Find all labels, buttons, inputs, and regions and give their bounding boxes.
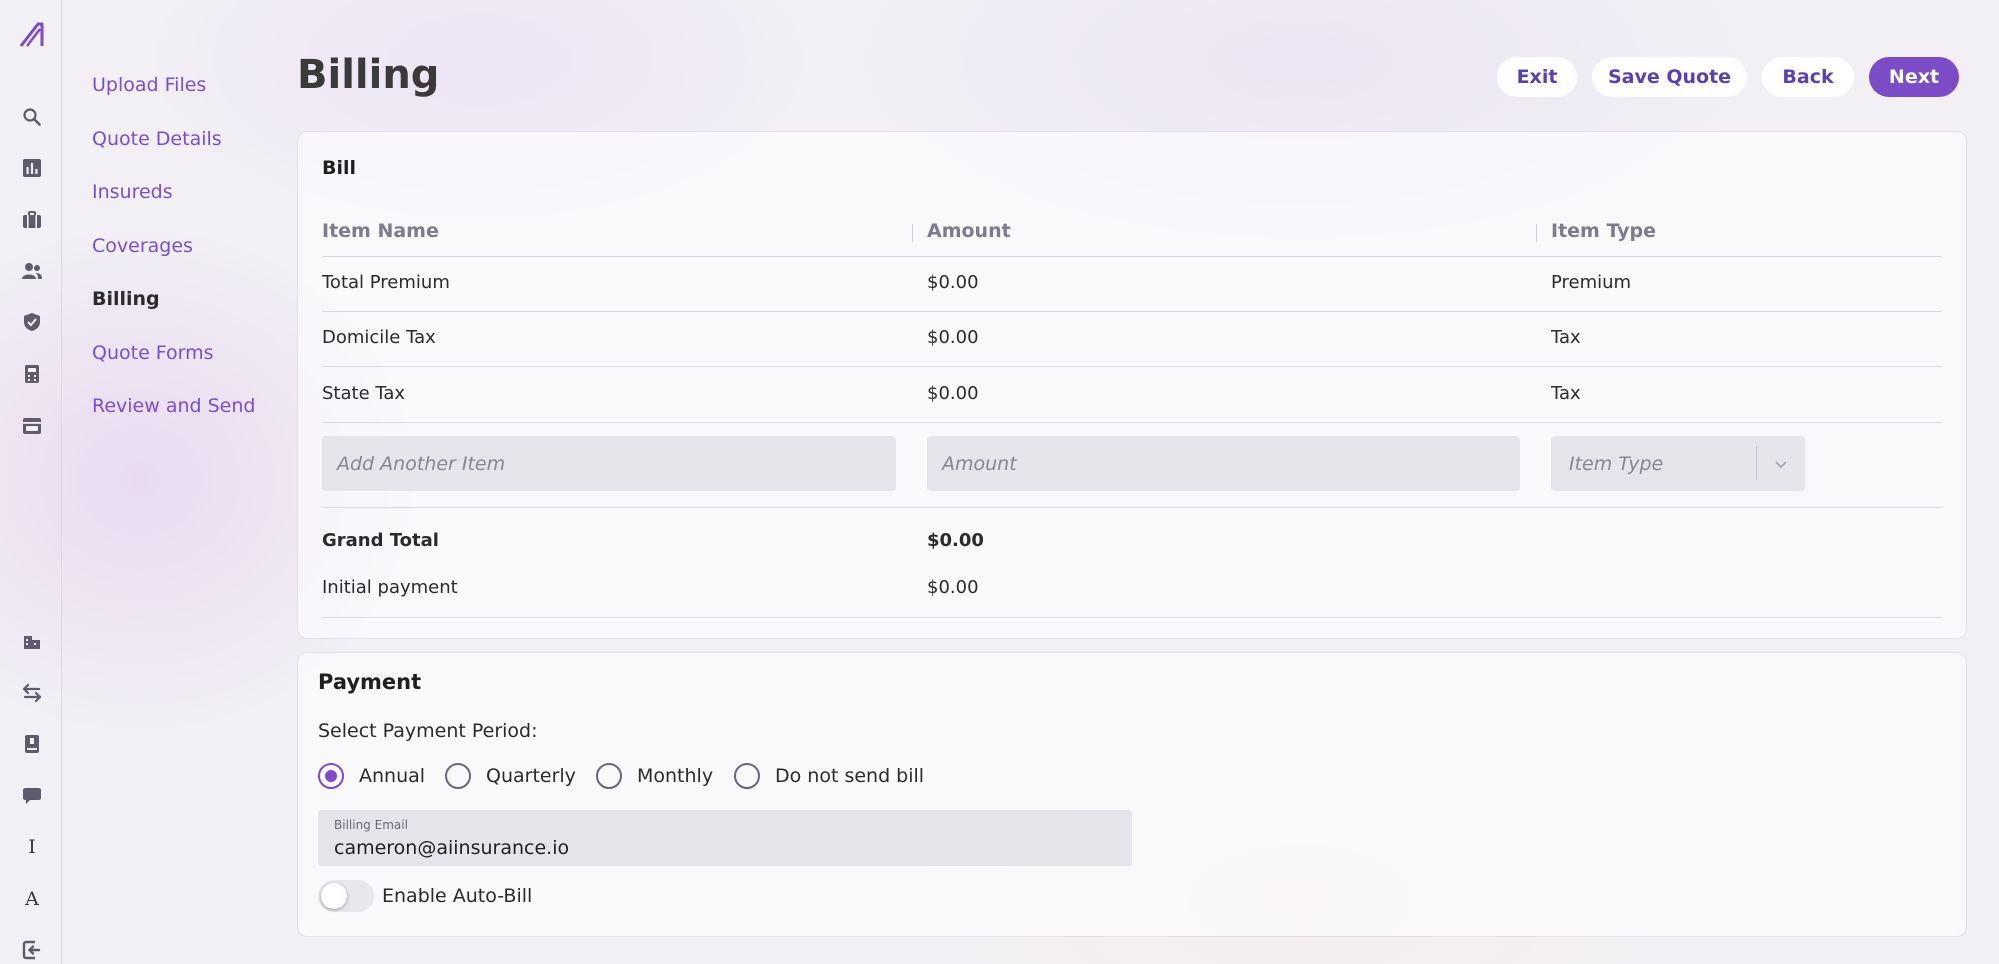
nav-item-coverages[interactable]: Coverages (92, 231, 292, 285)
grand-total-value: $0.00 (927, 530, 984, 551)
column-separator (1536, 224, 1537, 242)
bill-row-type: Premium (1551, 272, 1632, 293)
next-button[interactable]: Next (1869, 57, 1959, 97)
auto-bill-toggle[interactable] (318, 880, 374, 912)
bill-row-amount: $0.00 (927, 327, 979, 348)
archive-icon[interactable] (21, 415, 43, 437)
bill-row-name: Total Premium (322, 272, 450, 293)
save-quote-button[interactable]: Save Quote (1592, 57, 1747, 97)
bill-card (297, 131, 1967, 639)
bar-chart-icon[interactable] (21, 157, 43, 179)
page-title: Billing (297, 52, 440, 98)
chevron-down-icon[interactable] (1771, 454, 1791, 474)
divider (322, 507, 1942, 508)
add-item-type-select[interactable]: Item Type (1551, 436, 1805, 491)
exit-button[interactable]: Exit (1497, 57, 1577, 97)
payment-section-title: Payment (318, 670, 422, 694)
column-separator (912, 224, 913, 242)
bill-section-title: Bill (322, 157, 357, 179)
initial-payment-label: Initial payment (322, 577, 458, 598)
font-icon[interactable]: A (21, 888, 43, 910)
bill-row-amount: $0.00 (927, 272, 979, 293)
select-divider (1756, 446, 1757, 480)
billing-email-value[interactable]: cameron@aiinsurance.io (334, 837, 569, 859)
radio-do-not-send-bill-label[interactable]: Do not send bill (775, 765, 924, 787)
bill-row-amount: $0.00 (927, 383, 979, 404)
divider (322, 422, 1942, 423)
billing-email-field[interactable]: Billing Email cameron@aiinsurance.io (318, 810, 1132, 866)
bill-row-name: Domicile Tax (322, 327, 436, 348)
radio-monthly[interactable] (596, 763, 622, 789)
radio-annual-label[interactable]: Annual (359, 765, 425, 787)
bill-row-name: State Tax (322, 383, 406, 404)
text-cursor-icon[interactable]: I (21, 836, 43, 858)
quote-steps-nav: Upload Files Quote Details Insureds Cove… (92, 70, 292, 445)
nav-item-upload-files[interactable]: Upload Files (92, 70, 292, 124)
column-header-item-name: Item Name (322, 220, 439, 242)
radio-do-not-send-bill[interactable] (734, 763, 760, 789)
shield-check-icon[interactable] (21, 311, 43, 333)
briefcase-icon[interactable] (21, 209, 43, 231)
grand-total-label: Grand Total (322, 530, 439, 551)
nav-item-quote-forms[interactable]: Quote Forms (92, 338, 292, 392)
initial-payment-value: $0.00 (927, 577, 979, 598)
nav-item-billing[interactable]: Billing (92, 284, 292, 338)
radio-quarterly-label[interactable]: Quarterly (486, 765, 576, 787)
app-logo-icon[interactable] (18, 20, 46, 50)
divider (322, 366, 1942, 367)
radio-quarterly[interactable] (445, 763, 471, 789)
radio-monthly-label[interactable]: Monthly (637, 765, 713, 787)
back-button[interactable]: Back (1762, 57, 1854, 97)
building-icon[interactable] (21, 630, 43, 652)
payment-card (297, 652, 1967, 937)
column-header-amount: Amount (927, 220, 1011, 242)
book-icon[interactable] (21, 733, 43, 755)
billing-email-label: Billing Email (334, 818, 408, 832)
calculator-icon[interactable] (21, 363, 43, 385)
divider (322, 311, 1942, 312)
bill-row-type: Tax (1551, 327, 1581, 348)
chat-icon[interactable] (21, 785, 43, 807)
add-item-name-input[interactable]: Add Another Item (322, 436, 896, 491)
nav-item-insureds[interactable]: Insureds (92, 177, 292, 231)
auto-bill-label: Enable Auto-Bill (382, 885, 533, 907)
nav-item-review-and-send[interactable]: Review and Send (92, 391, 292, 445)
column-header-item-type: Item Type (1551, 220, 1657, 242)
divider (322, 256, 1942, 257)
divider (322, 617, 1942, 618)
logout-icon[interactable] (21, 939, 43, 961)
users-icon[interactable] (21, 260, 43, 282)
search-icon[interactable] (21, 106, 43, 128)
toggle-knob (321, 883, 347, 909)
transfer-icon[interactable] (21, 682, 43, 704)
radio-annual[interactable] (318, 763, 344, 789)
icon-rail: I A (0, 0, 62, 964)
payment-period-label: Select Payment Period: (318, 720, 538, 742)
nav-item-quote-details[interactable]: Quote Details (92, 124, 292, 178)
add-item-amount-input[interactable]: Amount (927, 436, 1520, 491)
bill-row-type: Tax (1551, 383, 1581, 404)
